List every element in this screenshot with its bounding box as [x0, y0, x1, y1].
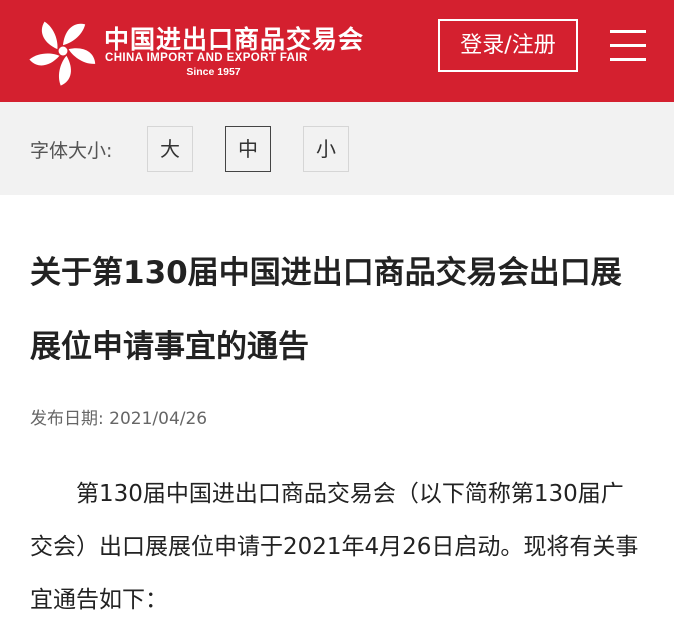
logo-since-text: Since 1957 — [186, 66, 241, 78]
font-size-large-button[interactable]: 大 — [147, 126, 193, 172]
font-size-label: 字体大小: — [30, 140, 113, 162]
hamburger-menu-icon[interactable] — [610, 30, 646, 62]
font-size-bar: 字体大小: 大 中 小 — [0, 102, 674, 195]
canton-fair-logo-icon[interactable] — [26, 14, 100, 88]
publish-date: 发布日期: 2021/04/26 — [30, 409, 208, 429]
logo-chinese-text: 中国进出口商品交易会 — [104, 25, 365, 54]
logo-english-text: CHINA IMPORT AND EXPORT FAIR — [105, 52, 308, 64]
article-title: 关于第130届中国进出口商品交易会出口展展位申请事宜的通告 — [30, 255, 622, 365]
site-header: 中国进出口商品交易会 CHINA IMPORT AND EXPORT FAIR … — [0, 0, 674, 102]
article-paragraph: 第130届中国进出口商品交易会（以下简称第130届广交会）出口展展位申请于202… — [30, 481, 639, 613]
font-size-medium-button[interactable]: 中 — [225, 126, 271, 172]
font-size-small-button[interactable]: 小 — [303, 126, 349, 172]
login-register-button[interactable]: 登录/注册 — [438, 19, 578, 72]
